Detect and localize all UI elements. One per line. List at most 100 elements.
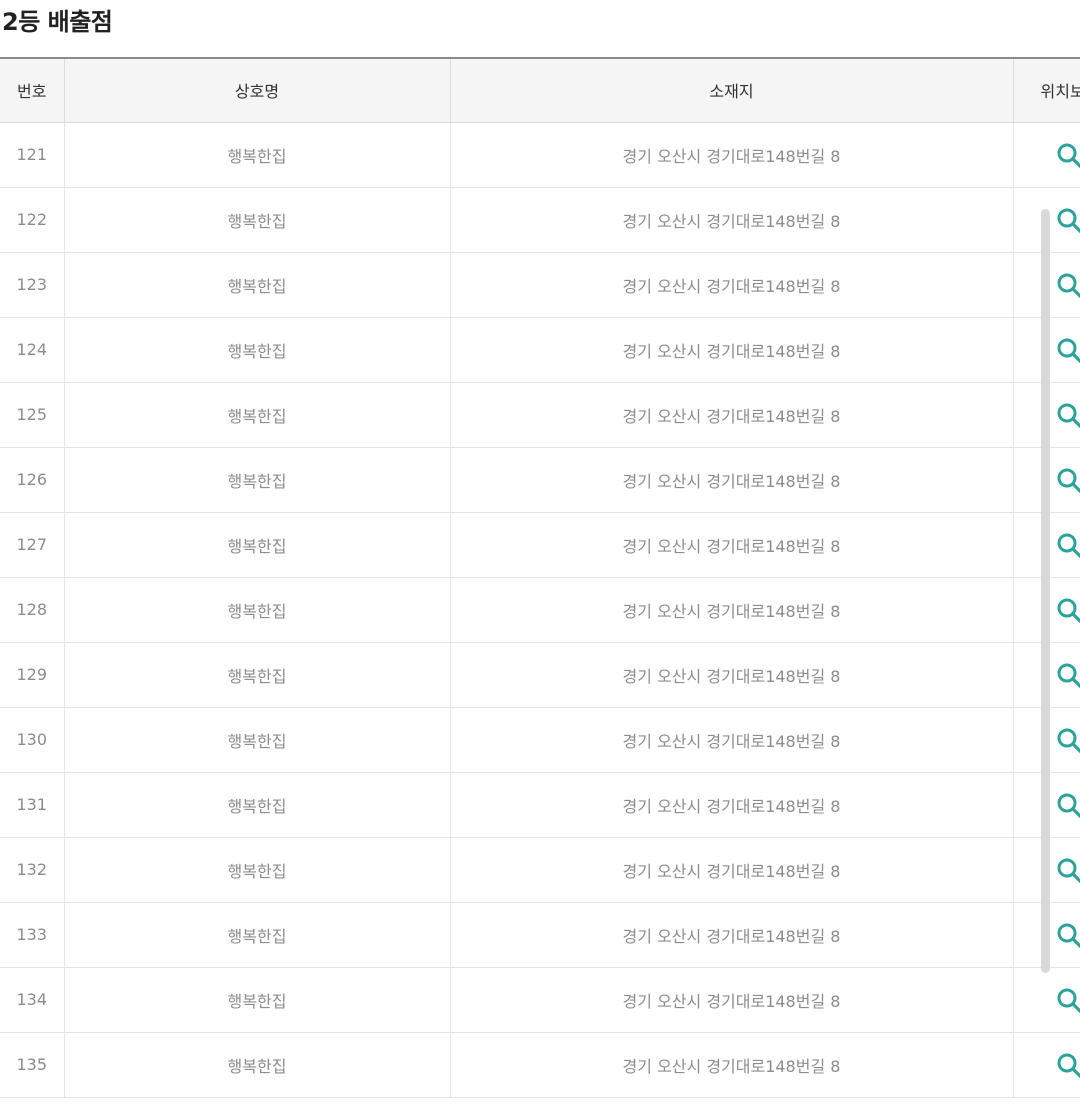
search-icon[interactable] (1056, 532, 1080, 558)
table-row: 122 행복한집 경기 오산시 경기대로148번길 8 (0, 187, 1080, 253)
table-row: 125 행복한집 경기 오산시 경기대로148번길 8 (0, 382, 1080, 448)
location-search-button[interactable] (1056, 338, 1080, 363)
cell-number: 122 (0, 187, 64, 253)
cell-number: 123 (0, 252, 64, 318)
cell-store-name: 행복한집 (63, 187, 450, 253)
store-table: 번호 상호명 소재지 위치보기 121 행복한집 경기 오산시 경기대로148번… (0, 57, 1080, 1098)
cell-store-name: 행복한집 (63, 447, 450, 513)
cell-store-name: 행복한집 (63, 122, 450, 188)
cell-address: 경기 오산시 경기대로148번길 8 (449, 512, 1013, 578)
cell-address: 경기 오산시 경기대로148번길 8 (449, 967, 1013, 1033)
table-row: 124 행복한집 경기 오산시 경기대로148번길 8 (0, 317, 1080, 383)
location-search-button[interactable] (1056, 988, 1080, 1013)
cell-number: 125 (0, 382, 64, 448)
cell-store-name: 행복한집 (63, 252, 450, 318)
cell-store-name: 행복한집 (63, 317, 450, 383)
cell-store-name: 행복한집 (63, 772, 450, 838)
cell-address: 경기 오산시 경기대로148번길 8 (449, 252, 1013, 318)
table-row: 127 행복한집 경기 오산시 경기대로148번길 8 (0, 512, 1080, 578)
cell-address: 경기 오산시 경기대로148번길 8 (449, 317, 1013, 383)
table-row: 121 행복한집 경기 오산시 경기대로148번길 8 (0, 122, 1080, 188)
column-header-number: 번호 (0, 57, 64, 123)
cell-number: 131 (0, 772, 64, 838)
cell-address: 경기 오산시 경기대로148번길 8 (449, 447, 1013, 513)
cell-number: 130 (0, 707, 64, 773)
search-icon[interactable] (1056, 662, 1080, 688)
search-icon[interactable] (1056, 467, 1080, 493)
cell-address: 경기 오산시 경기대로148번길 8 (449, 642, 1013, 708)
cell-number: 133 (0, 902, 64, 968)
cell-store-name: 행복한집 (63, 512, 450, 578)
cell-number: 134 (0, 967, 64, 1033)
cell-address: 경기 오산시 경기대로148번길 8 (449, 1032, 1013, 1098)
search-icon[interactable] (1056, 142, 1080, 168)
location-search-button[interactable] (1056, 1053, 1080, 1078)
store-table-container[interactable]: 번호 상호명 소재지 위치보기 121 행복한집 경기 오산시 경기대로148번… (0, 57, 1080, 1106)
cell-store-name: 행복한집 (63, 577, 450, 643)
location-search-button[interactable] (1056, 143, 1080, 168)
cell-store-name: 행복한집 (63, 642, 450, 708)
cell-store-name: 행복한집 (63, 707, 450, 773)
cell-number: 132 (0, 837, 64, 903)
cell-number: 135 (0, 1032, 64, 1098)
cell-number: 121 (0, 122, 64, 188)
table-row: 123 행복한집 경기 오산시 경기대로148번길 8 (0, 252, 1080, 318)
page-title: 2등 배출점 (2, 8, 113, 36)
search-icon[interactable] (1056, 987, 1080, 1013)
search-icon[interactable] (1056, 272, 1080, 298)
location-search-button[interactable] (1056, 663, 1080, 688)
cell-address: 경기 오산시 경기대로148번길 8 (449, 902, 1013, 968)
vertical-scrollbar[interactable] (1041, 209, 1050, 973)
column-header-store-name: 상호명 (63, 57, 450, 123)
cell-address: 경기 오산시 경기대로148번길 8 (449, 382, 1013, 448)
location-search-button[interactable] (1056, 858, 1080, 883)
location-search-button[interactable] (1056, 273, 1080, 298)
search-icon[interactable] (1056, 727, 1080, 753)
cell-address: 경기 오산시 경기대로148번길 8 (449, 187, 1013, 253)
cell-address: 경기 오산시 경기대로148번길 8 (449, 577, 1013, 643)
cell-number: 127 (0, 512, 64, 578)
table-row: 128 행복한집 경기 오산시 경기대로148번길 8 (0, 577, 1080, 643)
search-icon[interactable] (1056, 857, 1080, 883)
column-header-location: 위치보기 (1012, 57, 1080, 123)
cell-address: 경기 오산시 경기대로148번길 8 (449, 122, 1013, 188)
cell-number: 124 (0, 317, 64, 383)
cell-store-name: 행복한집 (63, 837, 450, 903)
location-search-button[interactable] (1056, 793, 1080, 818)
table-row: 132 행복한집 경기 오산시 경기대로148번길 8 (0, 837, 1080, 903)
location-search-button[interactable] (1056, 468, 1080, 493)
search-icon[interactable] (1056, 402, 1080, 428)
table-row: 135 행복한집 경기 오산시 경기대로148번길 8 (0, 1032, 1080, 1098)
table-body: 121 행복한집 경기 오산시 경기대로148번길 8 122 행복한집 경기 … (0, 122, 1080, 1098)
table-row: 133 행복한집 경기 오산시 경기대로148번길 8 (0, 902, 1080, 968)
cell-number: 129 (0, 642, 64, 708)
column-header-address: 소재지 (449, 57, 1013, 123)
cell-address: 경기 오산시 경기대로148번길 8 (449, 837, 1013, 903)
search-icon[interactable] (1056, 1052, 1080, 1078)
location-search-button[interactable] (1056, 403, 1080, 428)
location-search-button[interactable] (1056, 208, 1080, 233)
cell-address: 경기 오산시 경기대로148번길 8 (449, 772, 1013, 838)
cell-location (1012, 967, 1080, 1033)
location-search-button[interactable] (1056, 598, 1080, 623)
cell-location (1012, 1032, 1080, 1098)
cell-store-name: 행복한집 (63, 902, 450, 968)
table-header: 번호 상호명 소재지 위치보기 (0, 57, 1080, 123)
location-search-button[interactable] (1056, 533, 1080, 558)
cell-address: 경기 오산시 경기대로148번길 8 (449, 707, 1013, 773)
search-icon[interactable] (1056, 207, 1080, 233)
location-search-button[interactable] (1056, 728, 1080, 753)
cell-number: 126 (0, 447, 64, 513)
search-icon[interactable] (1056, 597, 1080, 623)
cell-store-name: 행복한집 (63, 1032, 450, 1098)
table-row: 126 행복한집 경기 오산시 경기대로148번길 8 (0, 447, 1080, 513)
cell-store-name: 행복한집 (63, 382, 450, 448)
search-icon[interactable] (1056, 922, 1080, 948)
table-row: 129 행복한집 경기 오산시 경기대로148번길 8 (0, 642, 1080, 708)
search-icon[interactable] (1056, 792, 1080, 818)
table-row: 130 행복한집 경기 오산시 경기대로148번길 8 (0, 707, 1080, 773)
cell-number: 128 (0, 577, 64, 643)
table-row: 131 행복한집 경기 오산시 경기대로148번길 8 (0, 772, 1080, 838)
location-search-button[interactable] (1056, 923, 1080, 948)
search-icon[interactable] (1056, 337, 1080, 363)
